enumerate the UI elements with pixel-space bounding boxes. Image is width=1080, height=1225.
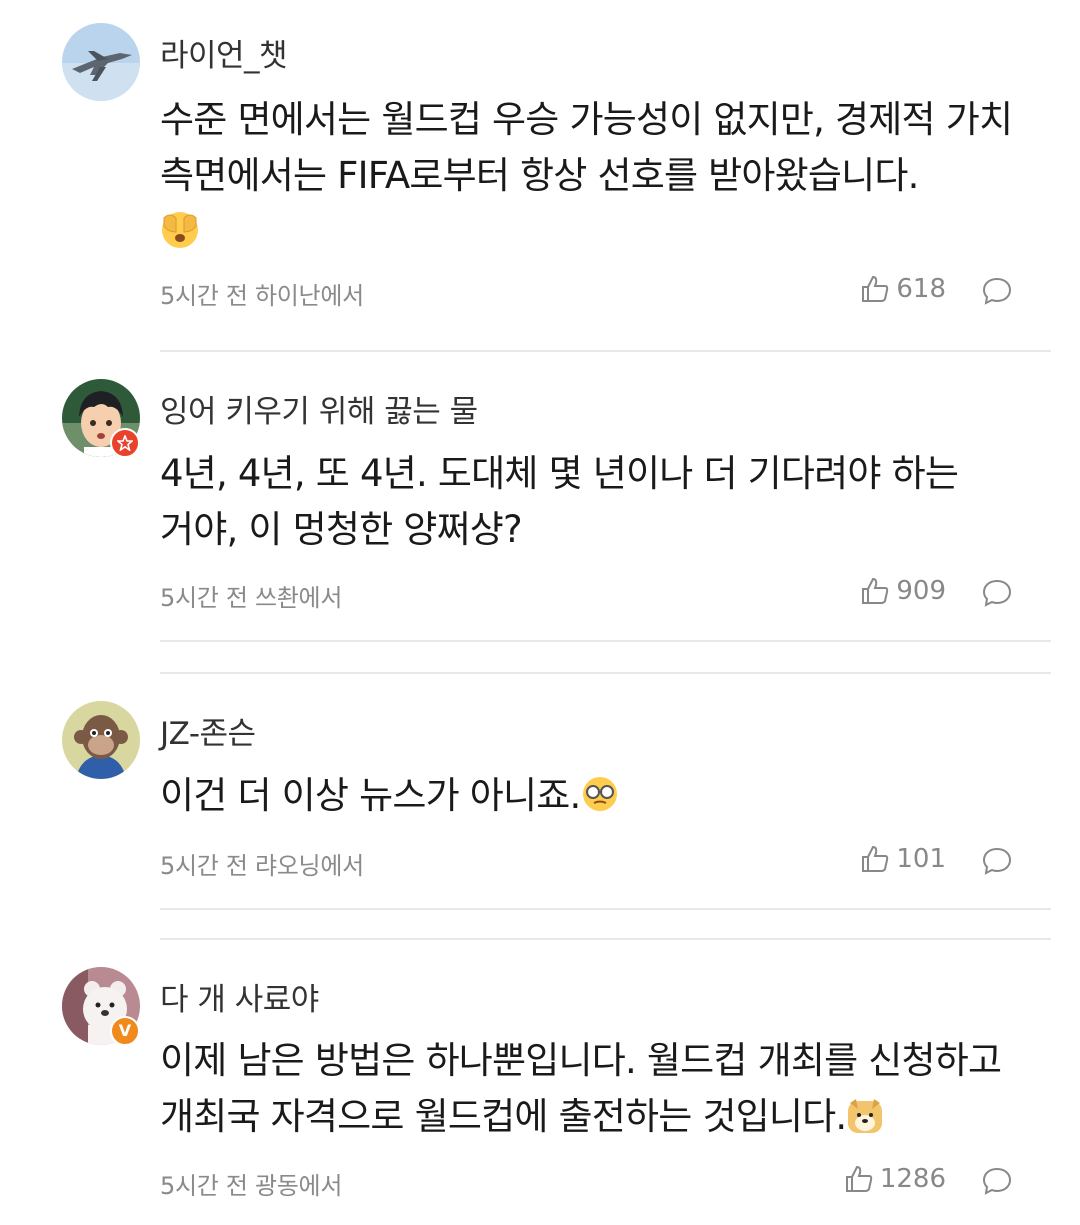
username[interactable]: 라이언_챗: [160, 30, 288, 75]
divider: [160, 350, 1051, 352]
ape-avatar-icon: [62, 701, 140, 779]
orange-v-badge: V: [110, 1016, 140, 1046]
divider: [160, 672, 1051, 674]
comment-location: 쓰촨에서: [254, 584, 343, 612]
v-icon: V: [118, 1021, 132, 1040]
comment-text-content: 수준 면에서는 월드컵 우승 가능성이 없지만, 경제적 가치 측면에서는 FI…: [160, 98, 1013, 197]
like-button[interactable]: 1286: [844, 1164, 946, 1194]
comment-meta: 5시간 전 하이난에서: [160, 276, 364, 311]
glasses-face-emoji-icon: [580, 774, 620, 830]
comment-time: 5시간 전: [160, 852, 248, 880]
doge-emoji-icon: [846, 1095, 884, 1151]
avatar[interactable]: [62, 701, 140, 779]
username[interactable]: JZ-존슨: [160, 708, 256, 753]
avatar[interactable]: [62, 23, 140, 101]
comment-meta: 5시간 전 랴오닝에서: [160, 846, 364, 881]
comment-location: 랴오닝에서: [254, 852, 364, 880]
thumbs-up-icon: [862, 845, 889, 872]
comment-time: 5시간 전: [160, 282, 248, 310]
speech-bubble-icon: [982, 1167, 1012, 1195]
star-icon: [117, 435, 133, 451]
face-with-hands-emoji-icon: [160, 210, 200, 266]
like-button[interactable]: 101: [860, 844, 946, 874]
username[interactable]: 다 개 사료야: [160, 974, 319, 1019]
like-button[interactable]: 909: [860, 576, 946, 606]
speech-bubble-icon: [982, 579, 1012, 607]
username[interactable]: 잉어 키우기 위해 끓는 물: [160, 386, 478, 431]
reply-button[interactable]: [981, 578, 1013, 612]
like-count: 618: [896, 274, 946, 304]
like-count: 101: [896, 844, 946, 874]
reply-button[interactable]: [981, 276, 1013, 310]
reply-button[interactable]: [981, 1166, 1013, 1200]
comment-meta: 5시간 전 광동에서: [160, 1166, 342, 1201]
like-count: 909: [896, 576, 946, 606]
comment-time: 5시간 전: [160, 1172, 248, 1200]
comment-text: 이건 더 이상 뉴스가 아니죠.: [160, 768, 1020, 830]
comment-text: 이제 남은 방법은 하나뿐입니다. 월드컵 개최를 신청하고 개최국 자격으로 …: [160, 1033, 1020, 1151]
comment-text-content: 4년, 4년, 또 4년. 도대체 몇 년이나 더 기다려야 하는 거야, 이 …: [160, 452, 959, 551]
divider: [160, 938, 1051, 940]
comment-time: 5시간 전: [160, 584, 248, 612]
thumbs-up-icon: [862, 275, 889, 302]
like-count: 1286: [879, 1164, 946, 1194]
divider: [160, 908, 1051, 910]
thumbs-up-icon: [862, 577, 889, 604]
comment-text: 수준 면에서는 월드컵 우승 가능성이 없지만, 경제적 가치 측면에서는 FI…: [160, 92, 1020, 266]
like-button[interactable]: 618: [860, 274, 946, 304]
comment-location: 광동에서: [254, 1172, 343, 1200]
comment-text-content: 이건 더 이상 뉴스가 아니죠.: [160, 774, 581, 817]
thumbs-up-icon: [845, 1165, 873, 1192]
speech-bubble-icon: [982, 277, 1012, 305]
divider: [160, 640, 1051, 642]
speech-bubble-icon: [982, 847, 1012, 875]
comment-meta: 5시간 전 쓰촨에서: [160, 578, 342, 613]
red-star-badge: [110, 428, 140, 458]
comment-text: 4년, 4년, 또 4년. 도대체 몇 년이나 더 기다려야 하는 거야, 이 …: [160, 446, 1020, 558]
fighter-jet-avatar-icon: [62, 23, 140, 101]
reply-button[interactable]: [981, 846, 1013, 880]
comment-location: 하이난에서: [254, 282, 364, 310]
